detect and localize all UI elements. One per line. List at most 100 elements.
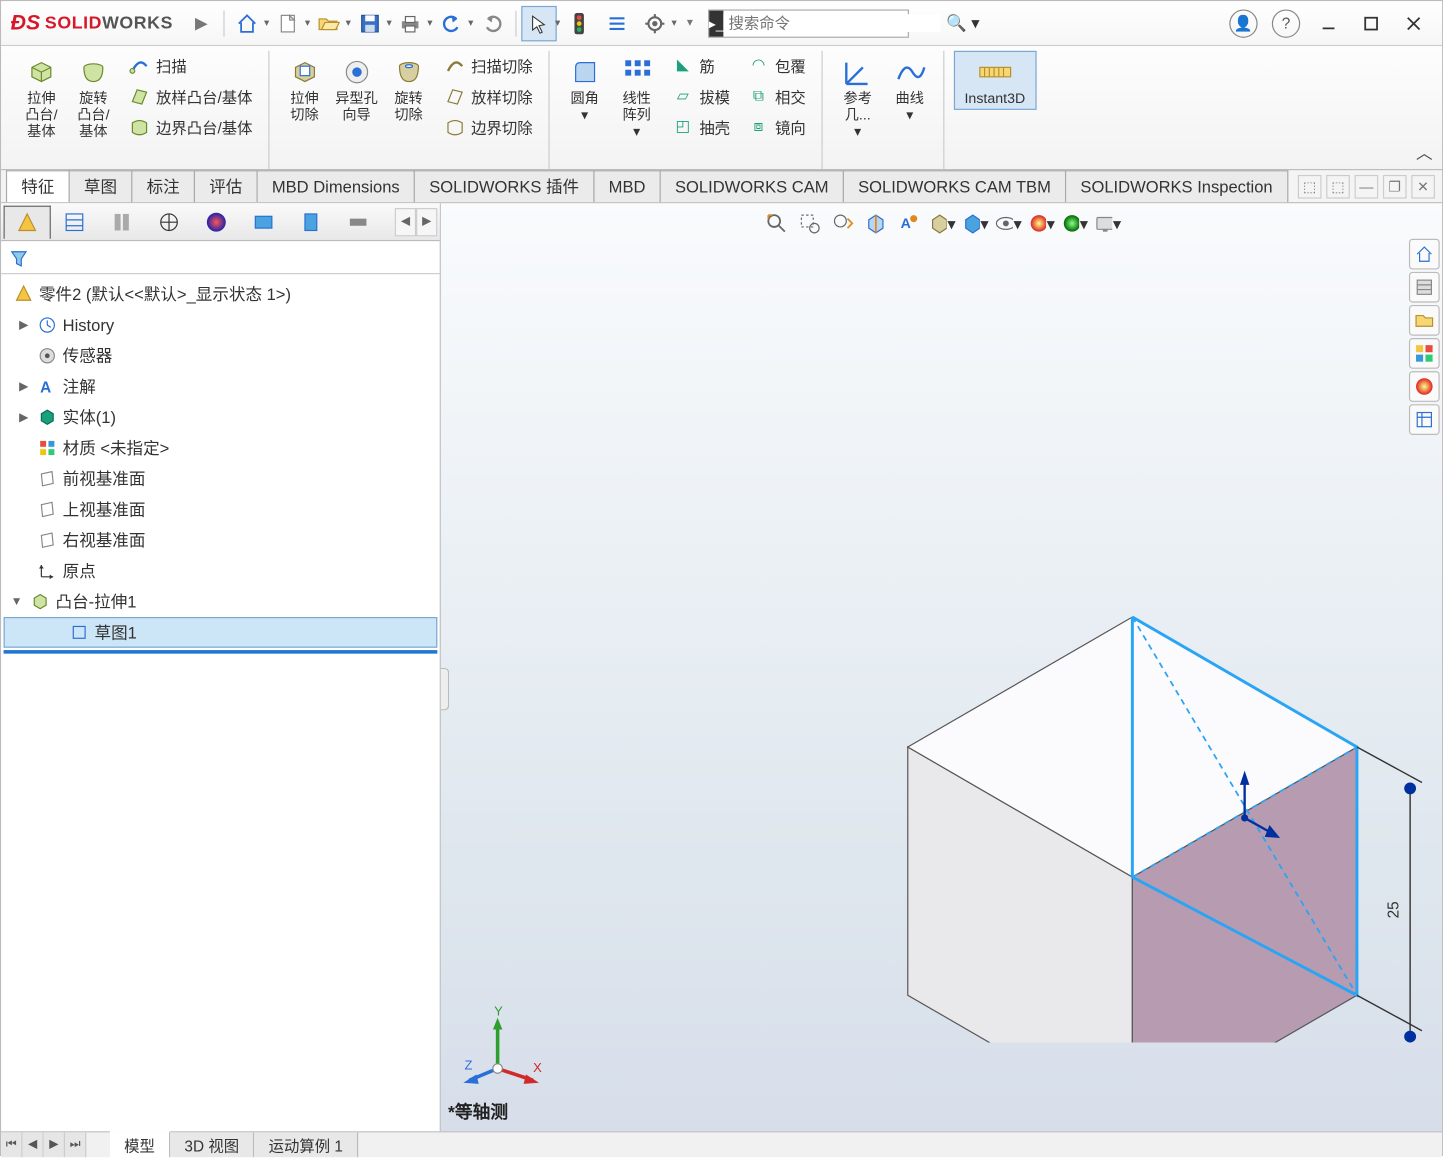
wrap-button[interactable]: ◠包覆 — [742, 51, 811, 79]
undo-button[interactable] — [434, 5, 469, 40]
tree-item-right-plane[interactable]: 右视基准面 — [4, 525, 438, 556]
menu-dropdown-button[interactable]: ▶ — [184, 5, 219, 40]
tree-root[interactable]: 零件2 (默认<<默认>_显示状态 1>) — [4, 279, 438, 310]
search-icon[interactable]: 🔍 — [941, 13, 971, 33]
loft-cut-button[interactable]: 放样切除 — [438, 82, 537, 110]
home-button[interactable] — [230, 5, 265, 40]
bottom-tab-3dview[interactable]: 3D 视图 — [170, 1132, 254, 1157]
tree-item-boss-extrude[interactable]: ▼凸台-拉伸1 — [4, 586, 438, 617]
fm-tab-scroll-left[interactable]: ◀ — [395, 207, 416, 235]
doc-maximize-button[interactable]: ❐ — [1383, 174, 1407, 198]
expand-icon[interactable]: ▶ — [15, 380, 32, 393]
zoom-area-icon[interactable] — [794, 208, 825, 239]
print-button[interactable] — [393, 5, 428, 40]
tree-item-top-plane[interactable]: 上视基准面 — [4, 494, 438, 525]
linear-pattern-button[interactable]: 线性 阵列 ▾ — [611, 51, 663, 143]
tab-evaluate[interactable]: 评估 — [194, 170, 258, 202]
taskpane-home-icon[interactable] — [1409, 239, 1440, 270]
settings-gear-icon[interactable] — [637, 5, 672, 40]
tab-sketch[interactable]: 草图 — [69, 170, 133, 202]
save-button[interactable] — [352, 5, 387, 40]
close-button[interactable] — [1392, 7, 1435, 40]
ref-geometry-button[interactable]: 参考 几... ▾ — [832, 51, 884, 143]
sweep-cut-button[interactable]: 扫描切除 — [438, 51, 537, 79]
hole-wizard-button[interactable]: 异型孔 向导 — [331, 51, 383, 127]
bottom-last-button[interactable]: ⏭ — [65, 1132, 86, 1157]
view-orientation-icon[interactable]: ▾ — [926, 208, 957, 239]
redo-button[interactable] — [475, 5, 510, 40]
tab-solidworks-inspection[interactable]: SOLIDWORKS Inspection — [1065, 170, 1288, 202]
new-button[interactable] — [271, 5, 306, 40]
command-search[interactable]: ▸_ 🔍 ▾ — [708, 9, 909, 37]
taskpane-design-library-icon[interactable] — [1409, 305, 1440, 336]
expand-icon[interactable]: ▶ — [15, 411, 32, 424]
fm-tab-extra[interactable] — [335, 205, 382, 238]
minimize-button[interactable] — [1307, 7, 1350, 40]
revolve-boss-button[interactable]: 旋转 凸台/ 基体 — [67, 51, 119, 143]
traffic-light-icon[interactable] — [562, 5, 597, 40]
collapse-icon[interactable]: ▼ — [8, 595, 25, 608]
tree-item-origin[interactable]: 原点 — [4, 556, 438, 587]
edit-appearance-icon[interactable]: ▾ — [1025, 208, 1056, 239]
draft-button[interactable]: ▱拔模 — [666, 82, 735, 110]
tree-item-material[interactable]: 材质 <未指定> — [4, 433, 438, 464]
chevron-down-icon[interactable]: ▾ — [671, 17, 676, 30]
fm-tab-tree[interactable] — [4, 205, 51, 238]
boundary-cut-button[interactable]: 边界切除 — [438, 112, 537, 140]
tab-mbd-dimensions[interactable]: MBD Dimensions — [256, 170, 415, 202]
user-account-button[interactable]: 👤 — [1222, 7, 1265, 40]
ribbon-collapse-button[interactable]: ︿ — [1416, 141, 1433, 165]
previous-view-icon[interactable] — [827, 208, 858, 239]
tree-item-history[interactable]: ▶History — [4, 310, 438, 341]
fm-tab-cam2[interactable] — [287, 205, 334, 238]
shell-button[interactable]: ◰抽壳 — [666, 112, 735, 140]
panel-splitter-handle[interactable] — [441, 667, 449, 710]
help-button[interactable]: ? — [1265, 7, 1308, 40]
select-tool-button[interactable] — [521, 5, 556, 40]
open-button[interactable] — [311, 5, 346, 40]
tab-solidworks-cam-tbm[interactable]: SOLIDWORKS CAM TBM — [843, 170, 1067, 202]
dynamic-annotation-icon[interactable]: A — [893, 208, 924, 239]
sweep-button[interactable]: 扫描 — [123, 51, 257, 79]
curves-button[interactable]: 曲线 ▾ — [884, 51, 936, 127]
apply-scene-icon[interactable]: ▾ — [1058, 208, 1089, 239]
mirror-button[interactable]: ⧈镜向 — [742, 112, 811, 140]
more-dropdown-icon[interactable]: ▾ — [678, 5, 702, 40]
chevron-down-icon[interactable]: ▾ — [555, 17, 560, 30]
bottom-tab-model[interactable]: 模型 — [110, 1131, 170, 1157]
intersect-button[interactable]: ⧉相交 — [742, 82, 811, 110]
extrude-boss-button[interactable]: 拉伸 凸台/ 基体 — [15, 51, 67, 143]
bottom-next-button[interactable]: ▶ — [44, 1132, 65, 1157]
tab-solidworks-addins[interactable]: SOLIDWORKS 插件 — [414, 170, 595, 202]
expand-icon[interactable]: ▶ — [15, 319, 32, 332]
boundary-button[interactable]: 边界凸台/基体 — [123, 112, 257, 140]
graphics-viewport[interactable]: A ▾ ▾ ▾ ▾ ▾ ▾ — [441, 203, 1442, 1131]
tab-mbd[interactable]: MBD — [593, 170, 661, 202]
tab-features[interactable]: 特征 — [6, 170, 70, 202]
tree-item-sensors[interactable]: 传感器 — [4, 340, 438, 371]
maximize-button[interactable] — [1350, 7, 1393, 40]
doc-close-button[interactable]: ✕ — [1411, 174, 1435, 198]
fillet-button[interactable]: 圆角 ▾ — [559, 51, 611, 127]
cut-extrude-button[interactable]: 拉伸 切除 — [279, 51, 331, 127]
loft-button[interactable]: 放样凸台/基体 — [123, 82, 257, 110]
taskpane-view-palette-icon[interactable] — [1409, 338, 1440, 369]
tab-solidworks-cam[interactable]: SOLIDWORKS CAM — [660, 170, 844, 202]
instant3d-button[interactable]: Instant3D — [953, 51, 1036, 110]
section-view-icon[interactable] — [860, 208, 891, 239]
chevron-down-icon[interactable]: ▾ — [468, 17, 473, 30]
fm-tab-config[interactable] — [98, 205, 145, 238]
doc-next-button[interactable]: ⬚ — [1326, 174, 1350, 198]
taskpane-resources-icon[interactable] — [1409, 272, 1440, 303]
filter-icon[interactable] — [8, 246, 29, 267]
bottom-tab-motion-study[interactable]: 运动算例 1 — [254, 1132, 358, 1157]
tree-rollback-bar[interactable] — [4, 650, 438, 654]
rib-button[interactable]: ◣筋 — [666, 51, 735, 79]
fm-tab-dimxpert[interactable] — [145, 205, 192, 238]
tree-item-sketch1[interactable]: 草图1 — [4, 617, 438, 648]
fm-tab-cam[interactable] — [240, 205, 287, 238]
bottom-prev-button[interactable]: ◀ — [22, 1132, 43, 1157]
fm-tab-scroll-right[interactable]: ▶ — [416, 207, 437, 235]
search-input[interactable] — [724, 14, 941, 32]
options-list-icon[interactable] — [599, 5, 634, 40]
